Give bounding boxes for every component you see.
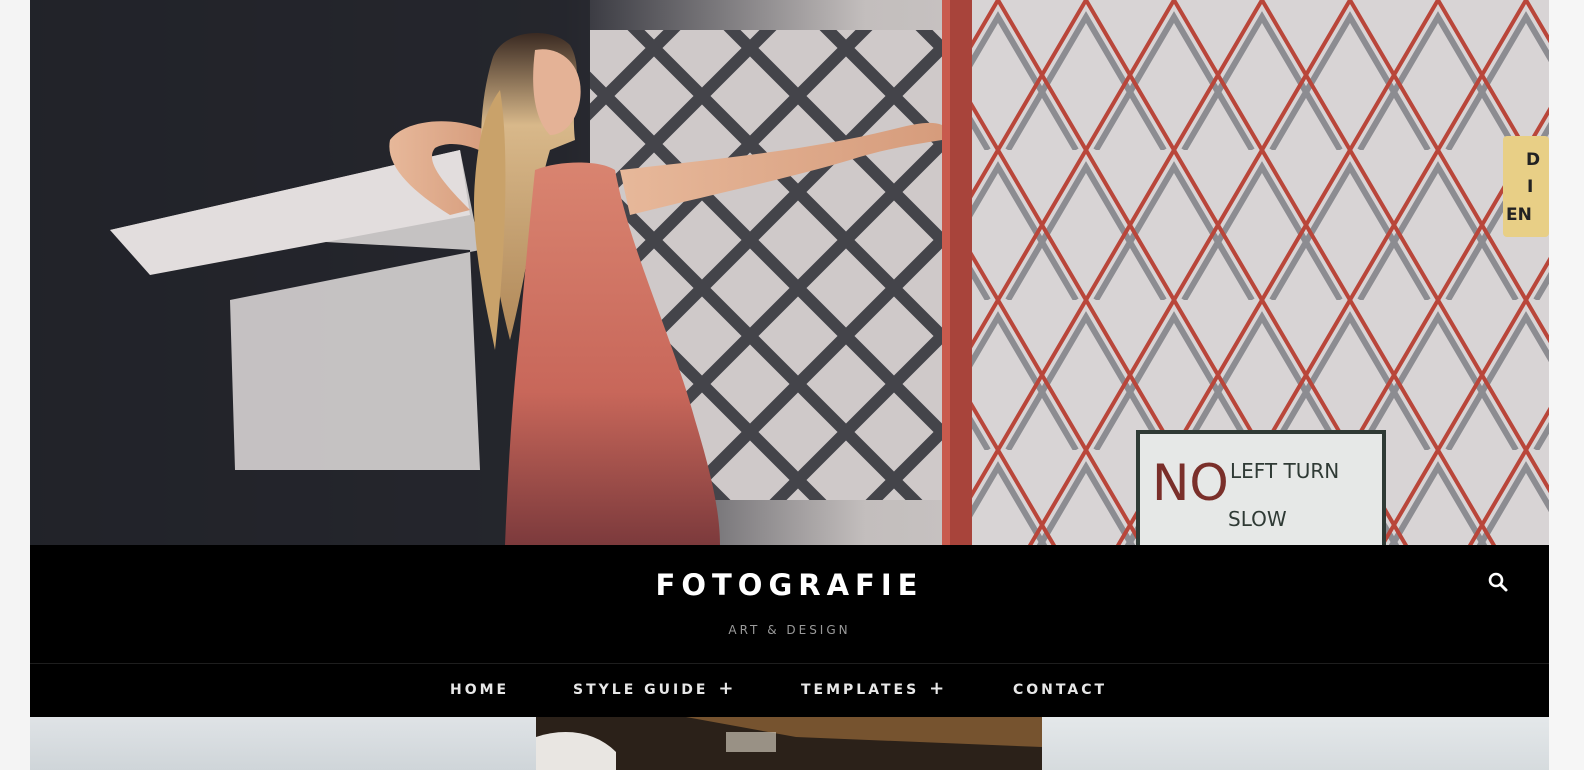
nav-item-home[interactable]: HOME [450, 682, 509, 700]
nav-item-contact[interactable]: CONTACT [1013, 682, 1107, 700]
right-margin [1549, 0, 1584, 770]
nav-item-label: TEMPLATES [801, 682, 920, 698]
grid-photo-art [536, 717, 1042, 770]
nav-item-label: STYLE GUIDE [573, 682, 709, 698]
search-button[interactable] [1486, 570, 1510, 594]
hero-image: NO LEFT TURN SLOW D I EN [30, 0, 1549, 545]
plus-icon[interactable]: + [929, 680, 944, 698]
hero-illustration: NO LEFT TURN SLOW D I EN [30, 0, 1549, 545]
site-title[interactable]: FOTOGRAFIE [30, 568, 1549, 602]
svg-text:LEFT TURN: LEFT TURN [1230, 459, 1339, 483]
svg-text:SLOW: SLOW [1228, 507, 1287, 531]
page-container: NO LEFT TURN SLOW D I EN FOTOGRAFIE ART … [30, 0, 1549, 770]
grid-photo[interactable] [1042, 717, 1549, 770]
plus-icon[interactable]: + [718, 680, 733, 698]
site-header: FOTOGRAFIE ART & DESIGN [30, 545, 1549, 663]
photo-grid [30, 717, 1549, 770]
svg-text:NO: NO [1152, 454, 1229, 512]
edge-sign: D I EN [1503, 136, 1549, 237]
svg-text:I: I [1527, 177, 1533, 197]
grid-photo[interactable] [536, 717, 1042, 770]
svg-text:EN: EN [1506, 205, 1532, 225]
street-sign: NO LEFT TURN SLOW [1136, 430, 1386, 545]
svg-text:D: D [1526, 150, 1540, 170]
grid-photo[interactable] [30, 717, 536, 770]
main-navigation: HOME STYLE GUIDE + TEMPLATES + CONTACT [30, 664, 1549, 717]
search-icon [1488, 572, 1508, 592]
nav-item-style-guide[interactable]: STYLE GUIDE + [573, 680, 733, 700]
site-tagline: ART & DESIGN [728, 623, 851, 637]
nav-item-templates[interactable]: TEMPLATES + [801, 680, 944, 700]
nav-item-label: HOME [450, 682, 510, 698]
nav-item-label: CONTACT [1013, 682, 1108, 698]
